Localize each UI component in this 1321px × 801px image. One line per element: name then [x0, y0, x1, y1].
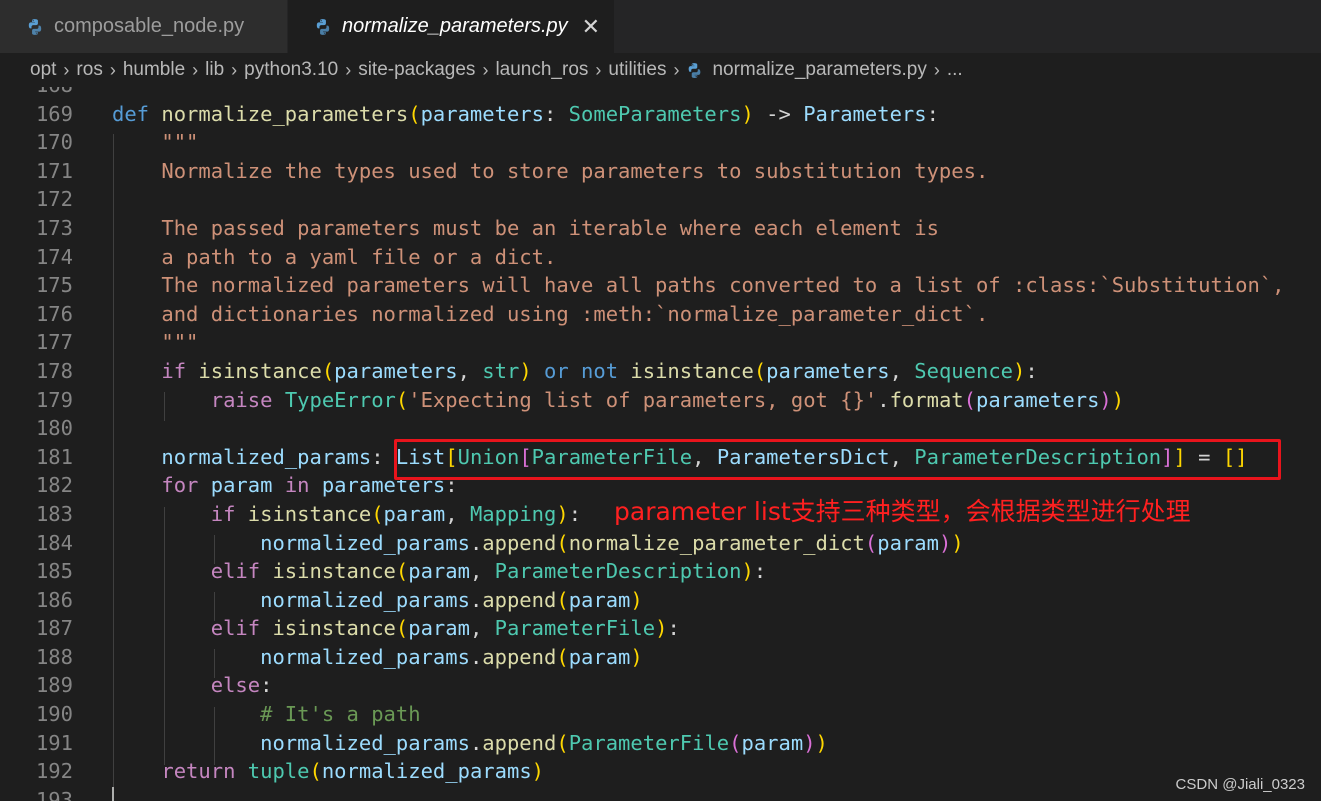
chevron-right-icon: ›: [231, 59, 238, 80]
line-number: 174: [35, 244, 73, 269]
chevron-right-icon: ›: [345, 59, 352, 80]
python-icon: [316, 18, 330, 35]
line-number: 172: [35, 187, 73, 212]
tab-composable-node[interactable]: composable_node.py: [0, 0, 288, 53]
code-line: 189 else:: [0, 671, 1321, 700]
code-line: 191 normalized_params.append(ParameterFi…: [0, 729, 1321, 758]
code-line: 184 normalized_params.append(normalize_p…: [0, 529, 1321, 558]
line-number: 169: [35, 101, 73, 126]
tab-bar: composable_node.py normalize_parameters.…: [0, 0, 1321, 53]
line-number: 168: [0, 87, 73, 100]
tab-label: normalize_parameters.py: [342, 15, 568, 37]
chevron-right-icon: ›: [933, 59, 940, 80]
breadcrumb-file[interactable]: normalize_parameters.py: [712, 59, 926, 81]
breadcrumb-segment[interactable]: utilities: [608, 59, 666, 81]
code-line: 177 """: [0, 328, 1321, 357]
line-number: 176: [35, 301, 73, 326]
line-number: 170: [35, 130, 73, 155]
code-line: 168: [0, 87, 1321, 100]
chevron-right-icon: ›: [63, 59, 70, 80]
code-line: 187 elif isinstance(param, ParameterFile…: [0, 614, 1321, 643]
chevron-right-icon: ›: [192, 59, 199, 80]
close-icon[interactable]: ✕: [582, 14, 600, 40]
code-line: 178 if isinstance(parameters, str) or no…: [0, 357, 1321, 386]
code-line: 179 raise TypeError('Expecting list of p…: [0, 386, 1321, 415]
breadcrumb: opt › ros › humble › lib › python3.10 › site-…: [0, 53, 1321, 87]
breadcrumb-segment[interactable]: python3.10: [244, 59, 338, 81]
line-number: 189: [35, 673, 73, 698]
breadcrumb-segment[interactable]: lib: [205, 59, 224, 81]
breadcrumb-segment[interactable]: humble: [123, 59, 185, 81]
line-number: 190: [35, 702, 73, 727]
tab-label: composable_node.py: [54, 15, 245, 37]
code-line: 174 a path to a yaml file or a dict.: [0, 243, 1321, 272]
chevron-right-icon: ›: [673, 59, 680, 80]
code-line: 169 def normalize_parameters(parameters: …: [0, 100, 1321, 129]
annotation-text: parameter list支持三种类型，会根据类型进行处理: [614, 497, 1191, 526]
line-number: 192: [35, 759, 73, 784]
breadcrumb-segment[interactable]: opt: [30, 59, 56, 81]
breadcrumb-more[interactable]: ...: [947, 59, 963, 81]
code-line: 185 elif isinstance(param, ParameterDesc…: [0, 557, 1321, 586]
highlight-box: [394, 439, 1281, 480]
code-line: 170 """: [0, 128, 1321, 157]
chevron-right-icon: ›: [482, 59, 489, 80]
code-line: 173 The passed parameters must be an ite…: [0, 214, 1321, 243]
line-number: 185: [35, 559, 73, 584]
line-number: 171: [35, 158, 73, 183]
line-number: 187: [35, 616, 73, 641]
line-number: 181: [35, 444, 73, 469]
breadcrumb-segment[interactable]: ros: [76, 59, 102, 81]
line-number: 191: [35, 730, 73, 755]
python-icon: [689, 62, 701, 78]
breadcrumb-segment[interactable]: launch_ros: [495, 59, 588, 81]
code-line: 171 Normalize the types used to store pa…: [0, 157, 1321, 186]
code-line: 193: [0, 786, 1321, 801]
line-number: 186: [35, 587, 73, 612]
chevron-right-icon: ›: [595, 59, 602, 80]
line-number: 177: [35, 330, 73, 355]
code-line: 192 return tuple(normalized_params): [0, 757, 1321, 786]
code-line: 172: [0, 185, 1321, 214]
text-cursor: [112, 787, 114, 801]
line-number: 178: [35, 358, 73, 383]
line-number: 175: [35, 273, 73, 298]
tab-normalize-parameters[interactable]: normalize_parameters.py ✕: [288, 0, 616, 53]
code-line: 176 and dictionaries normalized using :m…: [0, 300, 1321, 329]
line-number: 193: [35, 787, 73, 801]
line-number: 183: [35, 501, 73, 526]
code-line: 188 normalized_params.append(param): [0, 643, 1321, 672]
watermark: CSDN @Jiali_0323: [1175, 776, 1305, 793]
breadcrumb-segment[interactable]: site-packages: [358, 59, 475, 81]
code-line: 186 normalized_params.append(param): [0, 586, 1321, 615]
line-number: 184: [35, 530, 73, 555]
chevron-right-icon: ›: [109, 59, 116, 80]
line-number: 182: [35, 473, 73, 498]
code-line: 175 The normalized parameters will have …: [0, 271, 1321, 300]
line-number: 188: [35, 644, 73, 669]
code-line: 190 # It's a path: [0, 700, 1321, 729]
line-number: 180: [35, 416, 73, 441]
line-number: 179: [35, 387, 73, 412]
line-number: 173: [35, 215, 73, 240]
python-icon: [28, 18, 42, 35]
